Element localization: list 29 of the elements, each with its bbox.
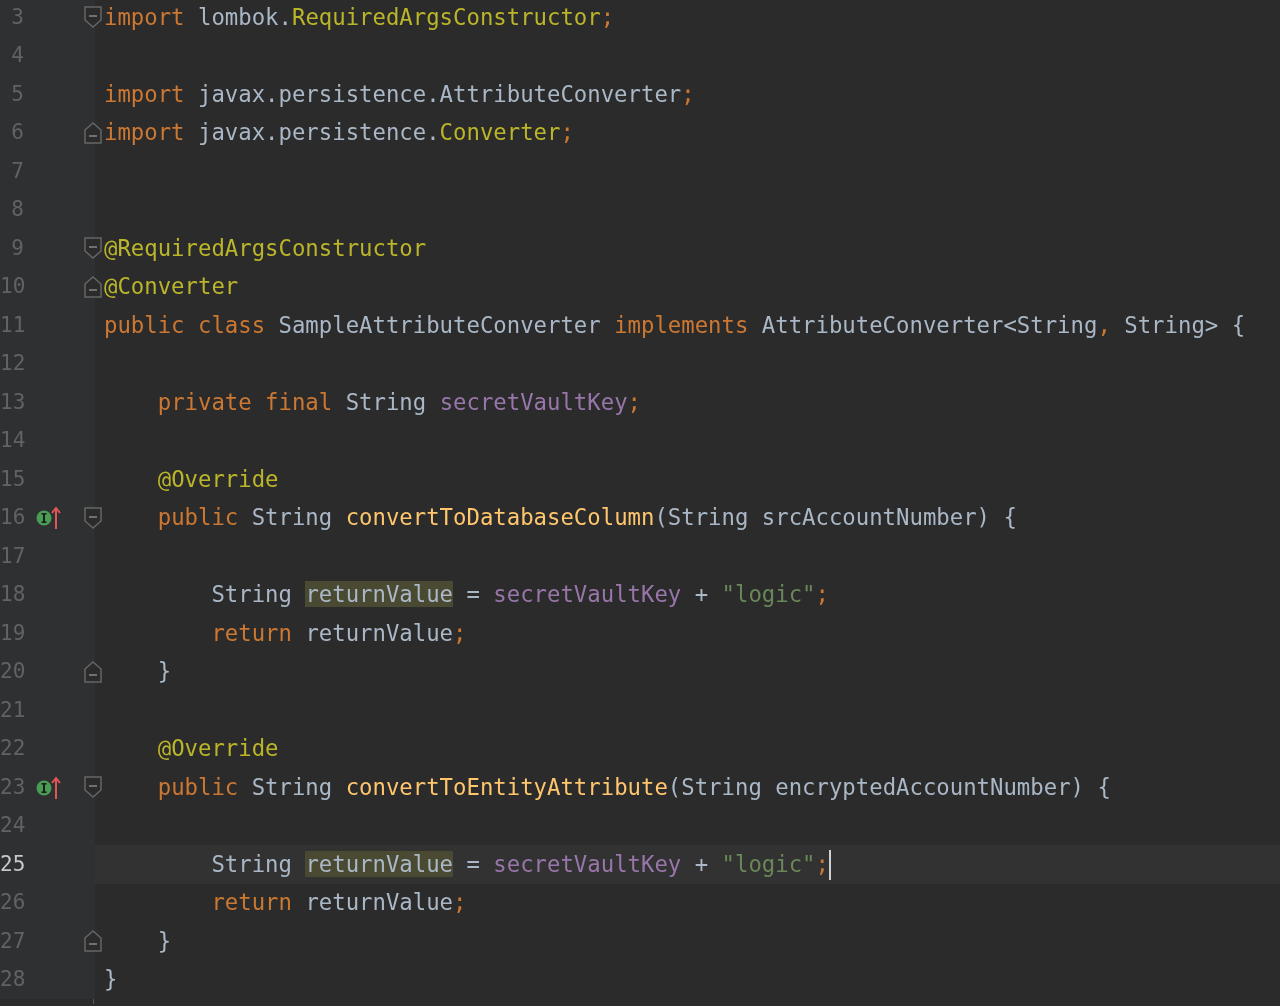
line-number: 25 xyxy=(0,850,24,878)
fold-marker-icon[interactable] xyxy=(84,506,102,529)
code-line: import javax.persistence.AttributeConverter; xyxy=(104,79,695,109)
code-line: } xyxy=(157,926,172,956)
code-line: String returnValue = secretVaultKey + "logic"; xyxy=(211,580,829,610)
fold-marker-icon[interactable] xyxy=(84,930,102,953)
code-line: String returnValue = secretVaultKey + "logic"; xyxy=(211,849,829,879)
code-line: public String convertToDatabaseColumn(String srcAccountNumber) { xyxy=(157,503,1017,533)
fold-marker-icon[interactable] xyxy=(84,237,102,260)
code-line: import lombok.RequiredArgsConstructor; xyxy=(104,2,615,32)
fold-marker-icon[interactable] xyxy=(84,776,102,799)
code-line: import javax.persistence.Converter; xyxy=(104,118,574,148)
code-line: @Override xyxy=(157,734,279,764)
fold-marker-icon[interactable] xyxy=(84,275,102,298)
code-line: @RequiredArgsConstructor xyxy=(104,233,427,263)
code-line: return returnValue; xyxy=(211,888,467,918)
code-line: return returnValue; xyxy=(211,618,467,648)
implementing-method-icon[interactable] xyxy=(36,775,62,800)
fold-marker-icon[interactable] xyxy=(84,121,102,144)
code-line: @Override xyxy=(157,464,279,494)
implementing-method-icon[interactable] xyxy=(36,505,62,530)
code-line: @Converter xyxy=(104,272,239,302)
code-line: } xyxy=(157,657,172,687)
code-line: } xyxy=(104,965,118,995)
fold-marker-icon[interactable] xyxy=(84,6,102,28)
code-line: private final String secretVaultKey; xyxy=(157,387,641,417)
code-line: public class SampleAttributeConverter implements AttributeConverter<String, String> { xyxy=(104,310,1246,340)
code-line: public String convertToEntityAttribute(String encryptedAccountNumber) { xyxy=(157,772,1111,802)
fold-marker-icon[interactable] xyxy=(84,660,102,683)
